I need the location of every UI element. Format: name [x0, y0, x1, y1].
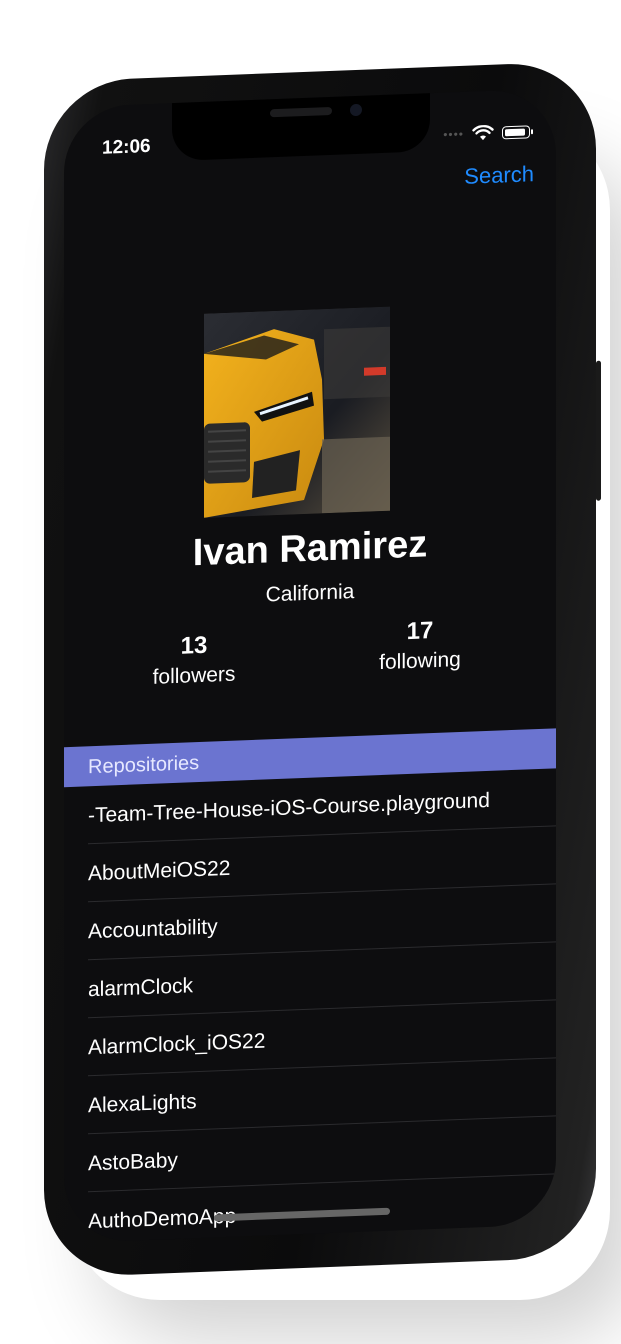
wifi-icon	[472, 124, 494, 141]
car-photo	[204, 306, 390, 518]
profile-name: Ivan Ramirez	[192, 523, 428, 575]
followers-stat[interactable]: 13 followers	[134, 630, 254, 691]
followers-label: followers	[152, 662, 236, 689]
signal-icon: ••••	[443, 126, 464, 142]
followers-count: 13	[180, 631, 208, 660]
battery-icon	[502, 124, 530, 139]
app-screen: 12:06 •••• Search Ivan Ramirez Californi…	[64, 88, 556, 1244]
profile-location: California	[265, 580, 355, 607]
phone-frame: 12:06 •••• Search Ivan Ramirez Californi…	[44, 60, 601, 1278]
following-count: 17	[406, 617, 434, 646]
status-time: 12:06	[102, 135, 151, 159]
avatar	[204, 306, 390, 518]
search-button[interactable]: Search	[464, 161, 534, 190]
status-indicators: ••••	[443, 123, 530, 142]
notch	[172, 89, 430, 162]
following-label: following	[379, 647, 461, 675]
repositories-list: -Team-Tree-House-iOS-Course.playground A…	[64, 768, 556, 1243]
speaker	[270, 106, 332, 118]
following-stat[interactable]: 17 following	[360, 615, 480, 676]
side-button	[596, 360, 601, 501]
camera	[350, 103, 362, 117]
